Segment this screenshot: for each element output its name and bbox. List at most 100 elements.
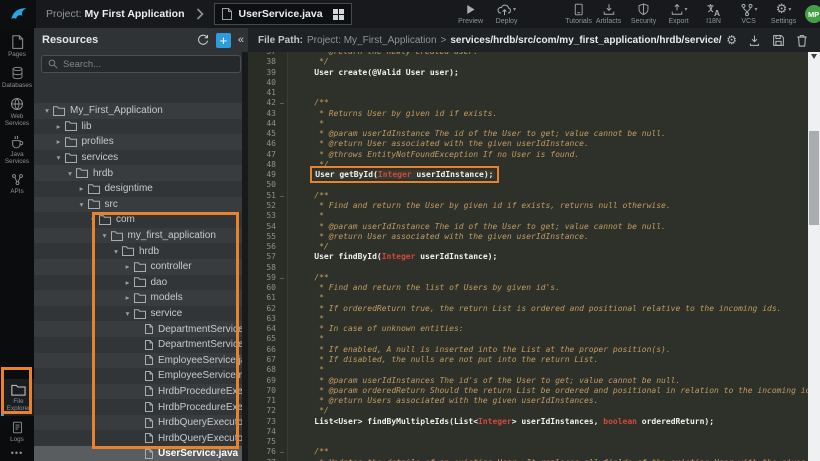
collapse-panel-icon[interactable]: « bbox=[238, 34, 244, 46]
export-button[interactable]: ▾ Export bbox=[664, 3, 694, 25]
fold-marker-icon[interactable]: – bbox=[276, 273, 288, 283]
code-line-47[interactable]: 47 * @throws EntityNotFoundException If … bbox=[248, 150, 808, 160]
editor-scrollbar-thumb[interactable] bbox=[809, 131, 819, 225]
download-file-icon[interactable] bbox=[748, 34, 761, 47]
code-line-51[interactable]: 51– /** bbox=[248, 191, 808, 201]
code-line-45[interactable]: 45 * @param userIdInstance The id of the… bbox=[248, 129, 808, 139]
code-line-43[interactable]: 43 * Returns User by given id if exists. bbox=[248, 109, 808, 119]
tree-item-hrdb[interactable]: ▾hrdb bbox=[34, 243, 248, 259]
code-line-67[interactable]: 67 * If disabled, the nulls are not put … bbox=[248, 355, 808, 365]
code-line-57[interactable]: 57 User findById(Integer userIdInstance)… bbox=[248, 252, 808, 262]
code-line-77[interactable]: 77 * Updates the details of an existing … bbox=[248, 458, 808, 461]
code-line-49[interactable]: 49 User getById(Integer userIdInstance); bbox=[248, 170, 808, 180]
tree-item-employeeserviceimpl-java[interactable]: EmployeeServiceImpl.java bbox=[34, 368, 248, 384]
sidebar-item-web-services[interactable]: Web Services bbox=[0, 97, 34, 127]
deploy-button[interactable]: ▾ Deploy bbox=[492, 3, 522, 25]
code-line-66[interactable]: 66 * If enabled, A null is inserted into… bbox=[248, 345, 808, 355]
tree-item-models[interactable]: ▸models bbox=[34, 290, 248, 306]
tree-item-profiles[interactable]: ▸profiles bbox=[34, 134, 248, 150]
code-line-74[interactable]: 74 bbox=[248, 427, 808, 437]
tree-item-hrdbqueryexecutorservice-java[interactable]: HrdbQueryExecutorService.java bbox=[34, 415, 248, 431]
code-line-68[interactable]: 68 * bbox=[248, 365, 808, 375]
triangle-down-icon[interactable]: ▾ bbox=[88, 215, 98, 224]
tutorials-button[interactable]: Tutorials bbox=[564, 3, 594, 25]
tree-item-controller[interactable]: ▸controller bbox=[34, 259, 248, 275]
triangle-down-icon[interactable]: ▾ bbox=[65, 169, 75, 178]
tree-item-my-first-application[interactable]: ▾my_first_application bbox=[34, 228, 248, 244]
sidebar-item-apis[interactable]: APIs bbox=[0, 173, 34, 195]
code-line-54[interactable]: 54 * @param userIdInstance The id of the… bbox=[248, 222, 808, 232]
triangle-down-icon[interactable]: ▾ bbox=[77, 200, 87, 209]
more-options-icon[interactable]: ••• bbox=[11, 448, 23, 458]
artifacts-button[interactable]: Artifacts bbox=[594, 3, 624, 25]
refresh-icon[interactable] bbox=[197, 34, 209, 46]
tree-item-departmentservice-java[interactable]: DepartmentService.java bbox=[34, 321, 248, 337]
code-line-42[interactable]: 42– /** bbox=[248, 98, 808, 108]
tree-item-designtime[interactable]: ▸designtime bbox=[34, 181, 248, 197]
triangle-right-icon[interactable]: ▸ bbox=[123, 278, 133, 287]
code-line-63[interactable]: 63 * bbox=[248, 314, 808, 324]
sidebar-item-logs[interactable]: Logs bbox=[0, 421, 34, 443]
editor-settings-gear-icon[interactable]: ⚙ bbox=[726, 34, 737, 47]
code-line-71[interactable]: 71 * @return Users associated with the g… bbox=[248, 396, 808, 406]
code-line-65[interactable]: 65 * bbox=[248, 334, 808, 344]
code-line-70[interactable]: 70 * @param orderedReturn Should the ret… bbox=[248, 386, 808, 396]
code-line-56[interactable]: 56 */ bbox=[248, 242, 808, 252]
sidebar-item-pages[interactable]: Pages bbox=[0, 35, 34, 58]
fold-marker-icon[interactable]: – bbox=[276, 447, 288, 457]
sidebar-item-file-explorer[interactable]: File Explorer bbox=[1, 379, 34, 416]
sidebar-item-databases[interactable]: Databases bbox=[0, 66, 34, 89]
code-line-38[interactable]: 38 */ bbox=[248, 57, 808, 67]
code-line-41[interactable]: 41 bbox=[248, 88, 808, 98]
triangle-down-icon[interactable]: ▾ bbox=[100, 231, 110, 240]
tree-item-services[interactable]: ▾services bbox=[34, 150, 248, 166]
resources-search-input[interactable]: Search... bbox=[41, 55, 241, 73]
code-line-72[interactable]: 72 */ bbox=[248, 406, 808, 416]
project-breadcrumb[interactable]: Project: My First Application bbox=[46, 8, 184, 20]
code-line-73[interactable]: 73 List<User> findByMultipleIds(List<Int… bbox=[248, 417, 808, 427]
grid-icon[interactable] bbox=[333, 9, 344, 20]
triangle-down-icon[interactable]: ▾ bbox=[54, 153, 64, 162]
code-line-52[interactable]: 52 * Find and return the User by given i… bbox=[248, 201, 808, 211]
triangle-right-icon[interactable]: ▸ bbox=[123, 293, 133, 302]
tree-item-hrdbprocedureexecutorserviceimpl-java[interactable]: HrdbProcedureExecutorServiceImpl.java bbox=[34, 399, 248, 415]
tree-item-src[interactable]: ▾src bbox=[34, 197, 248, 213]
tree-item-hrdbprocedureexecutorservice-java[interactable]: HrdbProcedureExecutorService.java bbox=[34, 384, 248, 400]
tree-item-userservice-java[interactable]: UserService.java bbox=[34, 446, 248, 461]
editor-scrollbar[interactable] bbox=[808, 52, 820, 461]
tree-item-my-first-application[interactable]: ▾My_First_Application bbox=[34, 103, 248, 119]
triangle-right-icon[interactable]: ▸ bbox=[54, 122, 64, 131]
code-line-59[interactable]: 59– /** bbox=[248, 273, 808, 283]
code-line-55[interactable]: 55 * @return User associated with the gi… bbox=[248, 232, 808, 242]
triangle-right-icon[interactable]: ▸ bbox=[77, 184, 87, 193]
tree-item-dao[interactable]: ▸dao bbox=[34, 275, 248, 291]
code-line-61[interactable]: 61 * bbox=[248, 293, 808, 303]
code-line-60[interactable]: 60 * Find and return the list of Users b… bbox=[248, 283, 808, 293]
tree-item-hrdb[interactable]: ▾hrdb bbox=[34, 165, 248, 181]
triangle-down-icon[interactable]: ▾ bbox=[111, 247, 121, 256]
fold-marker-icon[interactable]: – bbox=[276, 191, 288, 201]
tree-item-departmentserviceimpl-java[interactable]: DepartmentServiceImpl.java bbox=[34, 337, 248, 353]
code-line-75[interactable]: 75 bbox=[248, 437, 808, 447]
save-file-icon[interactable] bbox=[772, 34, 785, 47]
tree-item-lib[interactable]: ▸lib bbox=[34, 119, 248, 135]
code-line-58[interactable]: 58 bbox=[248, 263, 808, 273]
tree-item-service[interactable]: ▾service bbox=[34, 306, 248, 322]
code-line-64[interactable]: 64 * In case of unknown entities: bbox=[248, 324, 808, 334]
code-line-76[interactable]: 76– /** bbox=[248, 447, 808, 457]
code-line-39[interactable]: 39 User create(@Valid User user); bbox=[248, 68, 808, 78]
tree-item-com[interactable]: ▾com bbox=[34, 212, 248, 228]
triangle-down-icon[interactable]: ▾ bbox=[42, 106, 52, 115]
user-avatar[interactable]: MP bbox=[805, 5, 820, 23]
tab-userservice-java[interactable]: UserService.java bbox=[214, 3, 351, 25]
code-line-53[interactable]: 53 * bbox=[248, 211, 808, 221]
code-line-62[interactable]: 62 * If orderedReturn true, the return L… bbox=[248, 304, 808, 314]
tree-item-employeeservice-java[interactable]: EmployeeService.java bbox=[34, 353, 248, 369]
delete-file-icon[interactable] bbox=[796, 34, 808, 47]
code-line-44[interactable]: 44 * bbox=[248, 119, 808, 129]
triangle-down-icon[interactable]: ▾ bbox=[123, 309, 133, 318]
triangle-right-icon[interactable]: ▸ bbox=[54, 137, 64, 146]
code-line-46[interactable]: 46 * @return User associated with the gi… bbox=[248, 139, 808, 149]
tree-item-hrdbqueryexecutorserviceimpl-java[interactable]: HrdbQueryExecutorServiceImpl.java bbox=[34, 430, 248, 446]
settings-button[interactable]: ⚙ ▾ Settings bbox=[769, 3, 799, 25]
